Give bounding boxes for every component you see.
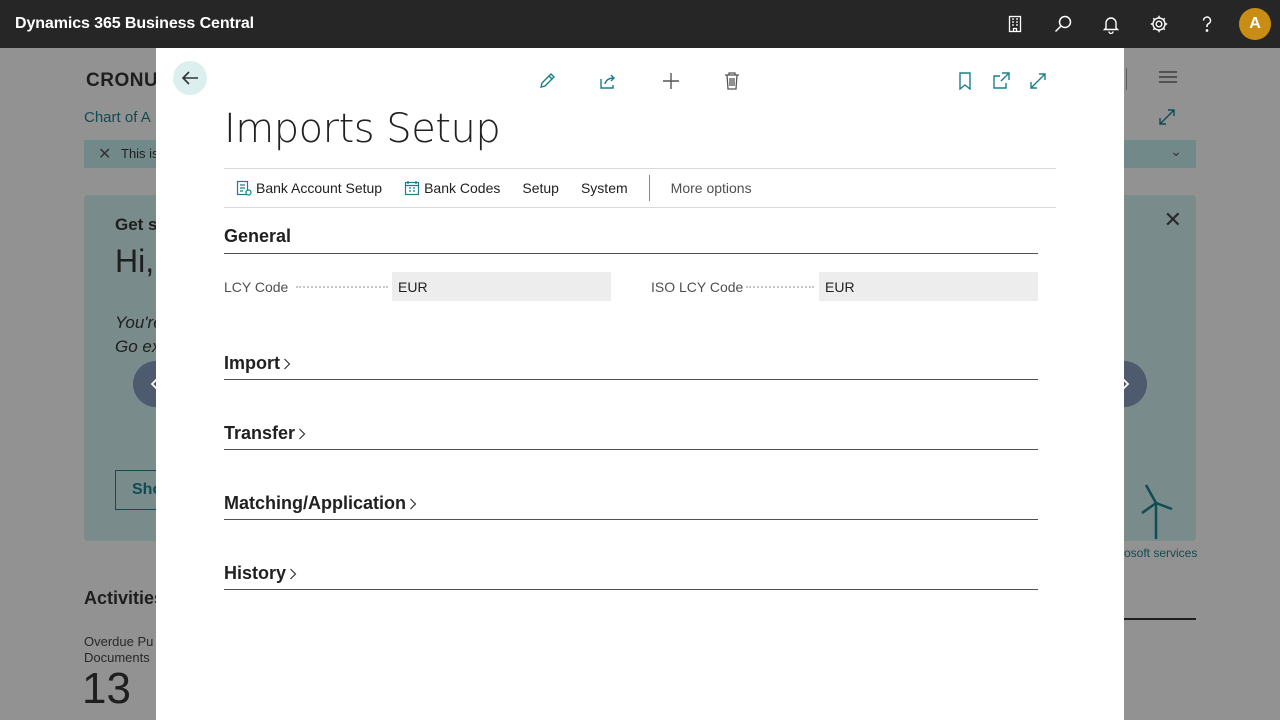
section-matching-application[interactable]: Matching/Application (224, 493, 1038, 520)
topbar-icons: A (991, 0, 1280, 48)
imports-setup-dialog: Imports Setup Bank Account Setup Bank Co… (156, 48, 1124, 720)
bank-codes-action[interactable]: Bank Codes (404, 169, 500, 207)
company-icon[interactable] (991, 0, 1039, 48)
field-leader-dots (296, 286, 388, 288)
iso-lcy-code-field[interactable]: EUR (819, 272, 1038, 301)
add-icon[interactable] (660, 70, 682, 92)
page-title: Imports Setup (224, 106, 501, 152)
section-import-title: Import (224, 353, 280, 373)
app-title[interactable]: Dynamics 365 Business Central (15, 15, 254, 33)
bookmark-icon[interactable] (954, 70, 976, 92)
expand-icon[interactable] (1027, 70, 1049, 92)
setup-menu-label: Setup (522, 180, 559, 196)
share-icon[interactable] (597, 70, 619, 92)
avatar[interactable]: A (1239, 8, 1271, 40)
chevron-right-icon (289, 567, 297, 581)
section-matching-header: Matching/Application (224, 493, 417, 514)
open-in-new-window-icon[interactable] (990, 70, 1012, 92)
section-history-header: History (224, 563, 297, 584)
section-import-header: Import (224, 353, 291, 374)
edit-icon[interactable] (536, 70, 558, 92)
lcy-code-label: LCY Code (224, 279, 289, 295)
section-transfer[interactable]: Transfer (224, 423, 1038, 450)
section-matching-title: Matching/Application (224, 493, 406, 513)
bank-codes-icon (404, 180, 420, 196)
chevron-right-icon (283, 357, 291, 371)
bank-account-setup-label: Bank Account Setup (256, 180, 383, 196)
iso-lcy-code-label: ISO LCY Code (651, 279, 744, 295)
divider (648, 175, 650, 201)
delete-icon[interactable] (721, 70, 743, 92)
system-menu-label: System (580, 180, 628, 196)
search-icon[interactable] (1039, 0, 1087, 48)
top-bar: Dynamics 365 Business Central A (0, 0, 1280, 48)
bank-account-setup-action[interactable]: Bank Account Setup (236, 169, 382, 207)
setup-menu[interactable]: Setup (522, 169, 559, 207)
section-import[interactable]: Import (224, 353, 1038, 380)
chevron-right-icon (298, 427, 306, 441)
back-button[interactable] (173, 61, 207, 95)
bell-icon[interactable] (1087, 0, 1135, 48)
chevron-right-icon (409, 497, 417, 511)
help-icon[interactable] (1183, 0, 1231, 48)
action-bar: Bank Account Setup Bank Codes Setup Syst… (224, 168, 1056, 208)
settings-icon[interactable] (1135, 0, 1183, 48)
section-general: General (224, 226, 1038, 254)
lcy-code-field[interactable]: EUR (392, 272, 611, 301)
bank-account-setup-icon (236, 180, 252, 196)
bank-codes-label: Bank Codes (424, 180, 501, 196)
system-menu[interactable]: System (581, 169, 628, 207)
section-history-title: History (224, 563, 287, 583)
more-options-button[interactable]: More options (671, 180, 752, 196)
section-history[interactable]: History (224, 563, 1038, 590)
section-transfer-title: Transfer (224, 423, 296, 443)
field-leader-dots (746, 286, 814, 288)
section-transfer-header: Transfer (224, 423, 306, 444)
section-general-title[interactable]: General (224, 226, 291, 247)
